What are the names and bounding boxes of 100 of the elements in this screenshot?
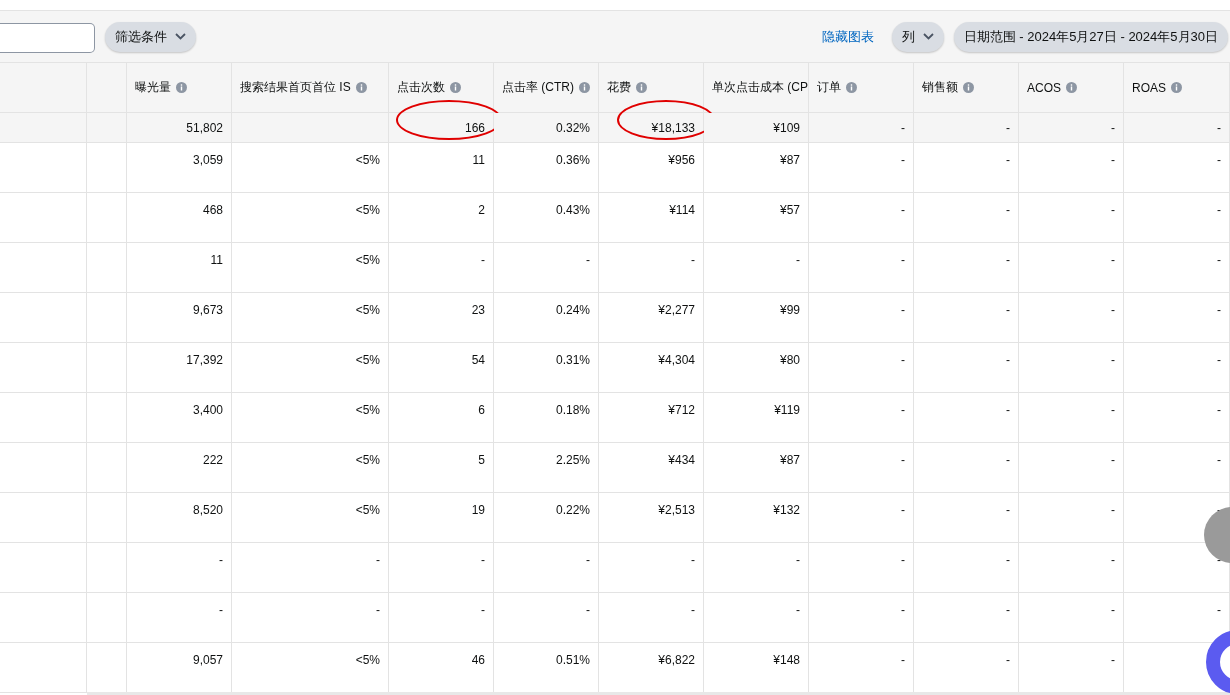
table-cell: ¥2,277 <box>599 293 704 343</box>
column-header[interactable]: 曝光量 <box>127 63 232 113</box>
table-cell: - <box>704 543 809 593</box>
table-cell: - <box>389 543 494 593</box>
chevron-down-icon <box>922 33 934 40</box>
table-cell <box>87 443 127 493</box>
table-cell: - <box>914 243 1019 293</box>
table-cell: - <box>914 493 1019 543</box>
table-cell: - <box>494 543 599 593</box>
column-header[interactable]: ACOS <box>1019 63 1124 113</box>
columns-button[interactable]: 列 <box>891 21 944 52</box>
table-cell: - <box>1124 393 1230 443</box>
table-cell: - <box>809 293 914 343</box>
table-cell <box>87 293 127 343</box>
table-cell: - <box>809 593 914 643</box>
table-cell: - <box>1019 493 1124 543</box>
table-cell: - <box>127 543 232 593</box>
info-icon[interactable] <box>579 82 590 93</box>
filter-button[interactable]: 筛选条件 <box>105 21 196 52</box>
table-cell: <5% <box>232 143 389 193</box>
info-icon[interactable] <box>636 82 647 93</box>
table-cell: - <box>599 543 704 593</box>
table-cell: 2.25% <box>494 443 599 493</box>
info-icon[interactable] <box>1171 82 1182 93</box>
table-cell: 17,392 <box>127 343 232 393</box>
table-cell: 23 <box>389 293 494 343</box>
table-cell: 0.22% <box>494 493 599 543</box>
info-icon[interactable] <box>355 82 367 93</box>
table-cell: - <box>1019 443 1124 493</box>
table-cell: - <box>1019 143 1124 193</box>
info-icon[interactable] <box>963 82 974 93</box>
column-header[interactable]: 搜索结果首页首位 IS <box>232 63 389 113</box>
table-cell: - <box>494 243 599 293</box>
table-cell: ¥57 <box>704 193 809 243</box>
table-cell: 3,059 <box>127 143 232 193</box>
table-cell: ¥434 <box>599 443 704 493</box>
table-cell: ¥712 <box>599 393 704 443</box>
table-cell: ¥99 <box>704 293 809 343</box>
table-cell: - <box>1019 393 1124 443</box>
table-cell <box>87 193 127 243</box>
table-cell <box>87 343 127 393</box>
column-header[interactable]: 销售额 <box>914 63 1019 113</box>
table-cell: ¥956 <box>599 143 704 193</box>
table-cell: 0.43% <box>494 193 599 243</box>
table-cell: <5% <box>232 393 389 443</box>
table-cell: - <box>1019 243 1124 293</box>
table-cell: - <box>1124 243 1230 293</box>
total-cell: - <box>914 113 1019 143</box>
column-header[interactable]: ROAS <box>1124 63 1230 113</box>
date-range-button[interactable]: 日期范围 - 2024年5月27日 - 2024年5月30日 <box>953 21 1228 52</box>
table-cell: <5% <box>232 243 389 293</box>
table-cell: 2 <box>389 193 494 243</box>
table-cell: 11 <box>127 243 232 293</box>
table-cell: - <box>914 193 1019 243</box>
table-cell: <5% <box>232 493 389 543</box>
total-cell: - <box>809 113 914 143</box>
table-cell: 0.18% <box>494 393 599 443</box>
table-cell: - <box>1124 343 1230 393</box>
table-cell: <5% <box>232 443 389 493</box>
info-icon[interactable] <box>450 82 461 93</box>
table-cell: - <box>704 243 809 293</box>
search-field[interactable] <box>0 22 95 53</box>
table-cell: 468 <box>127 193 232 243</box>
column-header[interactable]: 订单 <box>809 63 914 113</box>
hide-chart-link[interactable]: 隐藏图表 <box>821 27 874 46</box>
table-cell: - <box>914 443 1019 493</box>
total-cell: - <box>1019 113 1124 143</box>
table-cell: 11 <box>389 143 494 193</box>
table-cell: - <box>599 593 704 643</box>
column-header[interactable]: 单次点击成本 (CP <box>704 63 809 113</box>
table-cell: - <box>809 193 914 243</box>
column-header[interactable]: 点击次数 <box>389 63 494 113</box>
table-cell: 54 <box>389 343 494 393</box>
table-cell: ¥132 <box>704 493 809 543</box>
total-cell <box>87 113 127 143</box>
table-cell <box>87 243 127 293</box>
table-cell: - <box>914 343 1019 393</box>
table-cell: - <box>809 343 914 393</box>
table-cell <box>87 543 127 593</box>
table-cell: <5% <box>232 193 389 243</box>
info-icon[interactable] <box>176 82 187 93</box>
table-cell: - <box>1124 143 1230 193</box>
table-cell: 0.31% <box>494 343 599 393</box>
total-cell: 51,802 <box>127 113 232 143</box>
info-icon[interactable] <box>846 82 857 93</box>
table-cell: - <box>914 543 1019 593</box>
table-cell: <5% <box>232 343 389 393</box>
table-cell: 0.36% <box>494 143 599 193</box>
table-cell: - <box>232 593 389 643</box>
table-cell: ¥4,304 <box>599 343 704 393</box>
info-icon[interactable] <box>1066 82 1077 93</box>
table-cell: - <box>704 593 809 643</box>
table-cell: - <box>389 243 494 293</box>
table-cell: - <box>809 443 914 493</box>
table-cell: - <box>494 593 599 643</box>
column-header[interactable]: 花费 <box>599 63 704 113</box>
table-cell: - <box>914 593 1019 643</box>
column-header[interactable]: 点击率 (CTR) <box>494 63 599 113</box>
table-cell: - <box>389 593 494 643</box>
total-cell: ¥109 <box>704 113 809 143</box>
